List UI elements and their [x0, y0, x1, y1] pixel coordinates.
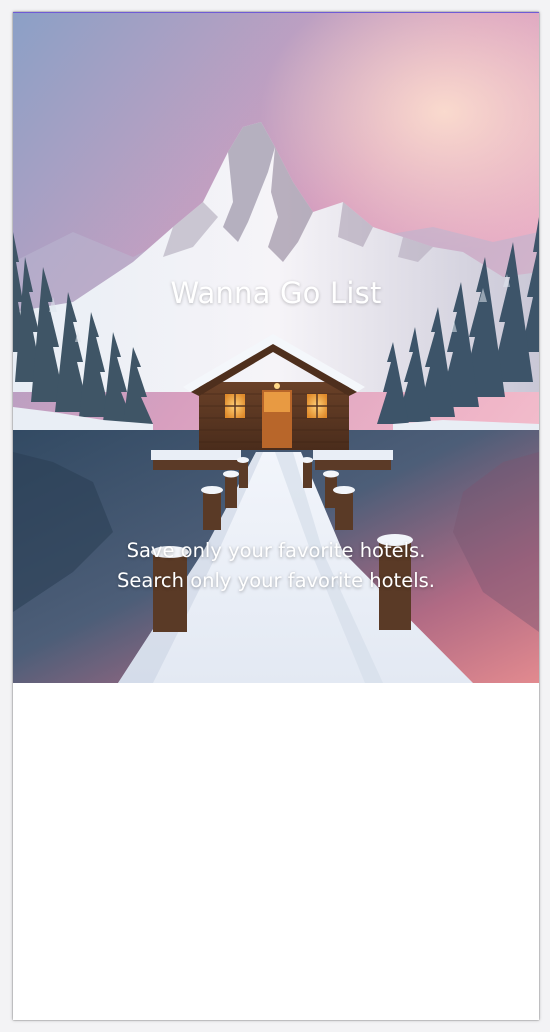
tagline-line-2: Search only your favorite hotels. — [117, 569, 435, 592]
content-area — [13, 683, 539, 1020]
app-title: Wanna Go List — [170, 276, 382, 310]
tagline-line-1: Save only your favorite hotels. — [126, 539, 426, 562]
app-screen: Wanna Go List Save only your favorite ho… — [13, 12, 539, 1020]
status-accent-line — [13, 12, 539, 13]
